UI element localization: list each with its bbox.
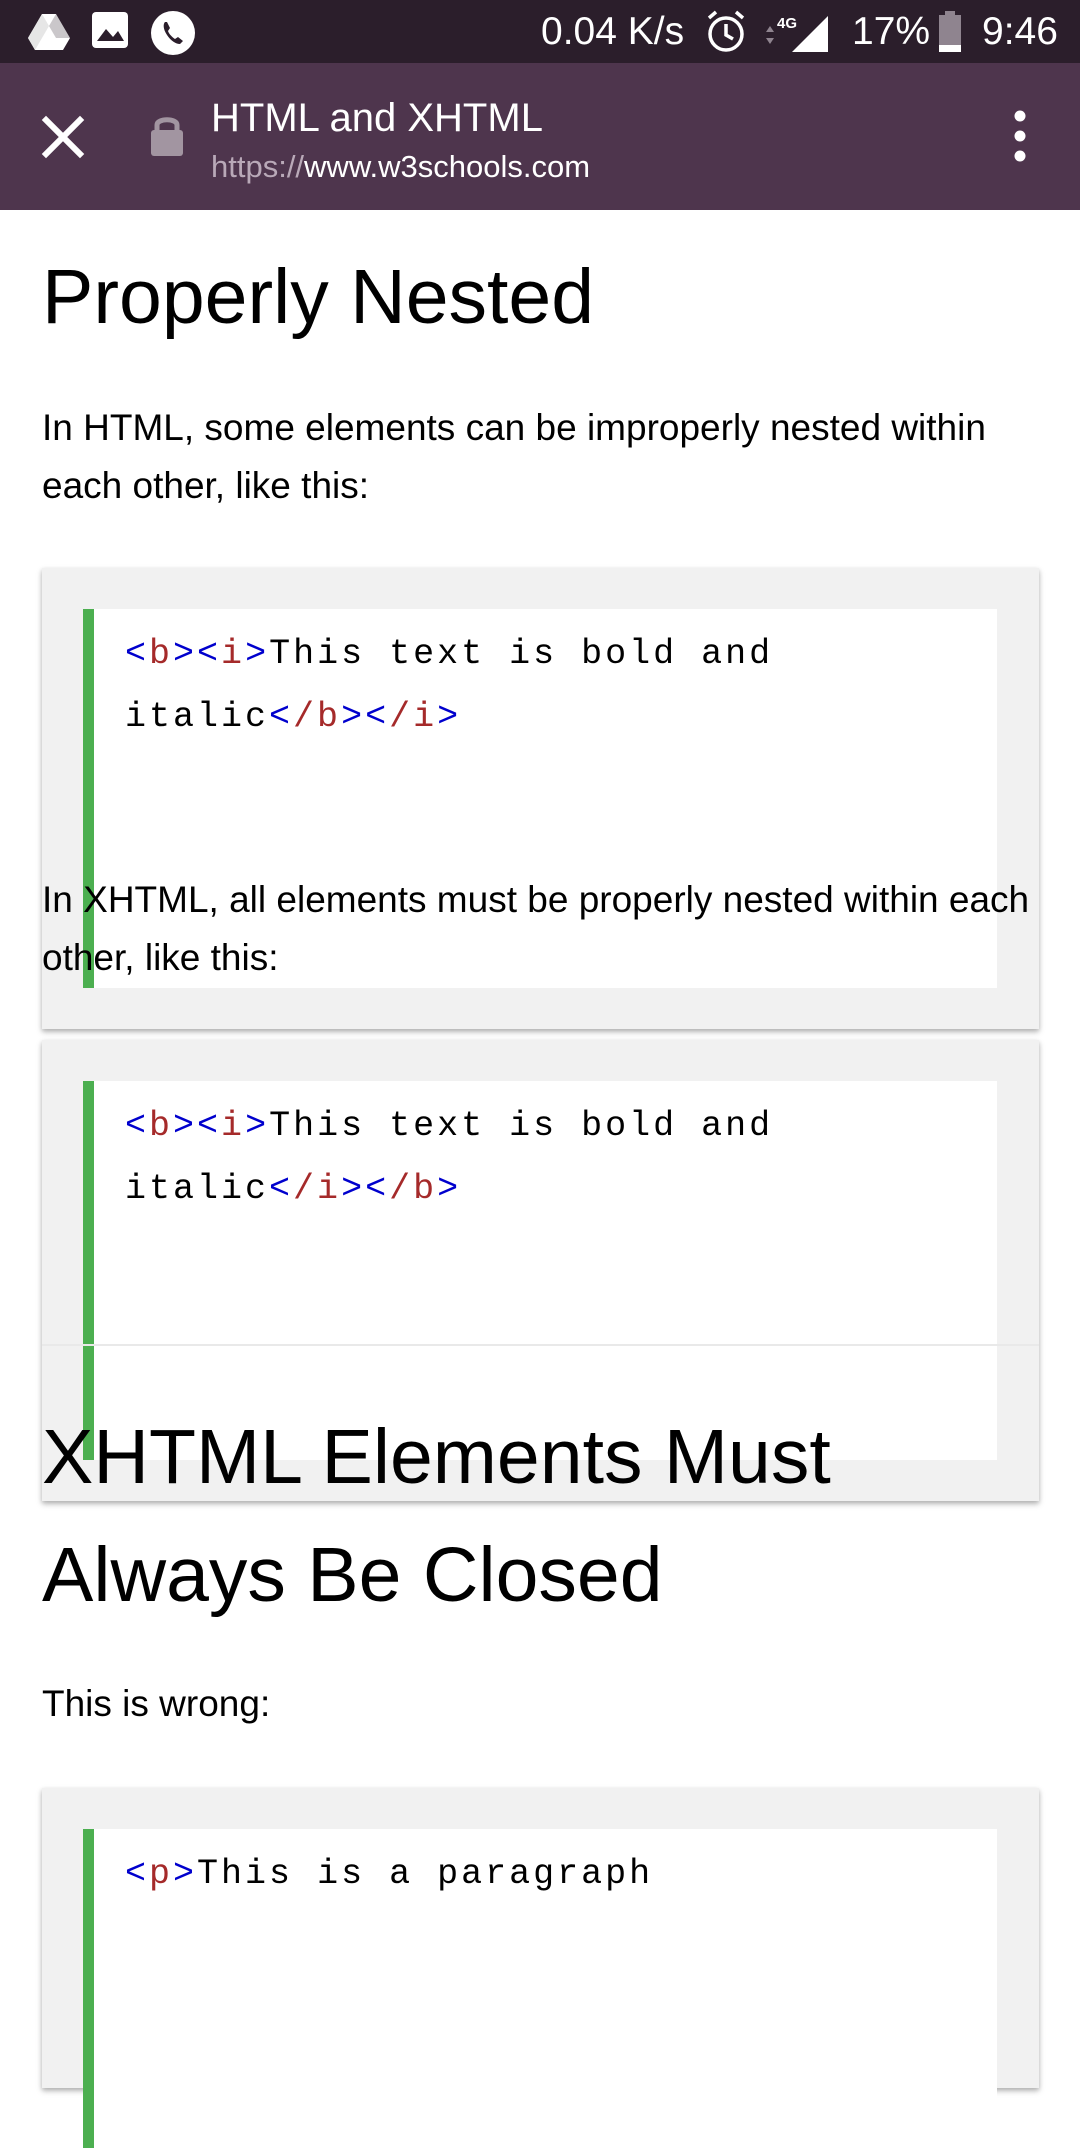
code-text: <b><i>This text is bold and italic</i></… (125, 1095, 987, 1221)
alarm-icon (705, 10, 749, 54)
net-speed: 0.04 K/s (541, 10, 685, 53)
browser-toolbar: HTML and XHTML https://www.w3schools.com (0, 63, 1080, 210)
paragraph-html-nesting: In HTML, some elements can be improperly… (42, 407, 986, 506)
phone-icon (150, 10, 195, 55)
url-scheme: https:// (211, 149, 305, 184)
gallery-icon (90, 10, 134, 54)
section-heading-always-closed: XHTML Elements Must Always Be Closed (42, 1414, 831, 1618)
code-line: italic</i></b> (125, 1169, 462, 1209)
close-icon (41, 115, 85, 159)
lock-icon[interactable] (149, 113, 185, 157)
page-url[interactable]: https://www.w3schools.com (211, 145, 590, 189)
url-host: www.w3schools.com (304, 149, 591, 184)
battery-percent: 17% (852, 10, 931, 53)
close-tab-button[interactable] (30, 104, 96, 170)
code-line: <p>This is a paragraph (125, 1854, 654, 1894)
paragraph-xhtml-nesting: In XHTML, all elements must be properly … (42, 879, 1030, 978)
paragraph-this-is-wrong: This is wrong: (42, 1683, 271, 1724)
code-line: <b><i>This text is bold and (125, 634, 774, 674)
section-heading-properly-nested: Properly Nested (42, 254, 595, 340)
more-vert-icon (1014, 110, 1026, 162)
network-type-label: 4G (777, 15, 797, 32)
overflow-menu-button[interactable] (998, 103, 1042, 169)
status-bar: 0.04 K/s 4G 17% 9:46 (0, 0, 1080, 63)
drive-icon (27, 10, 71, 54)
code-line: italic</b></i> (125, 697, 462, 737)
page-title: HTML and XHTML (211, 96, 543, 140)
code-text: <b><i>This text is bold and italic</b></… (125, 623, 987, 749)
code-box: <p>This is a paragraph (83, 1829, 997, 2148)
section-divider (42, 1344, 1039, 1346)
code-text: <p>This is a paragraph (125, 1843, 987, 1906)
clock: 9:46 (982, 10, 1058, 53)
signal-icon: 4G (762, 12, 832, 54)
battery-icon (938, 11, 962, 53)
code-line: <b><i>This text is bold and (125, 1106, 774, 1146)
